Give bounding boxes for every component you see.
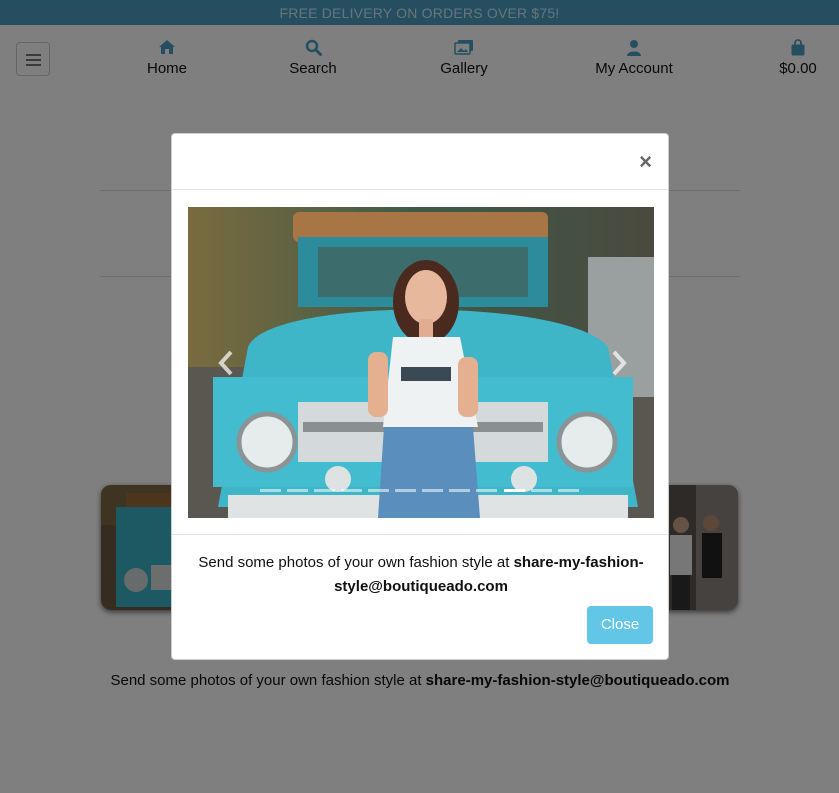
image-carousel[interactable] xyxy=(188,207,654,518)
modal-header: × xyxy=(172,134,668,190)
close-icon[interactable]: × xyxy=(639,151,652,173)
gallery-modal: × Send some photos of your own fashion s… xyxy=(171,133,669,660)
close-button[interactable]: Close xyxy=(587,606,653,644)
divider xyxy=(172,534,668,535)
modal-caption: Send some photos of your own fashion sty… xyxy=(198,554,644,595)
carousel-photo xyxy=(188,207,654,518)
